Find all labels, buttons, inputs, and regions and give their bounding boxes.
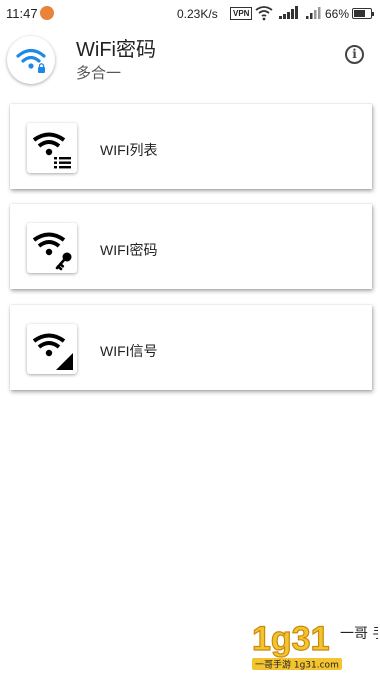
menu-item-wifi-signal[interactable]: WIFI信号 — [10, 305, 372, 390]
menu-item-wifi-list[interactable]: WIFI列表 — [10, 104, 372, 189]
signal-sim1-icon — [278, 6, 300, 23]
wifi-list-icon — [27, 123, 77, 173]
watermark-side-text: 一哥 手游 — [340, 626, 378, 642]
watermark-brand: 1g31 — [252, 620, 330, 658]
wifi-key-icon — [27, 223, 77, 273]
info-glyph: i — [352, 47, 357, 61]
menu-item-label: WIFI密码 — [100, 242, 158, 258]
battery-level — [354, 10, 365, 17]
watermark-tagline: 一哥手游 1g31.com — [255, 659, 339, 671]
watermark-logo: 1g31 一哥 手游 一哥手游 1g31.com — [250, 616, 380, 677]
vpn-icon: VPN — [230, 7, 253, 20]
menu-item-label: WIFI列表 — [100, 142, 158, 158]
menu-item-label: WIFI信号 — [100, 343, 158, 359]
app-title: WiFi密码 — [76, 39, 156, 61]
status-bar: 11:47 0.23K/s VPN 66% — [0, 0, 380, 28]
app-subtitle: 多合一 — [76, 65, 122, 82]
battery-percent: 66% — [325, 7, 350, 21]
wifi-signal-icon — [27, 324, 77, 374]
notification-app-icon — [40, 6, 54, 20]
app-logo — [7, 36, 55, 84]
battery-icon — [352, 8, 374, 19]
signal-sim2-icon — [305, 6, 323, 23]
wifi-status-icon — [255, 5, 273, 24]
info-icon[interactable]: i — [345, 45, 364, 64]
status-time: 11:47 — [6, 6, 38, 21]
wifi-lock-icon — [16, 48, 46, 73]
menu-item-wifi-password[interactable]: WIFI密码 — [10, 204, 372, 289]
network-speed: 0.23K/s — [177, 7, 218, 21]
